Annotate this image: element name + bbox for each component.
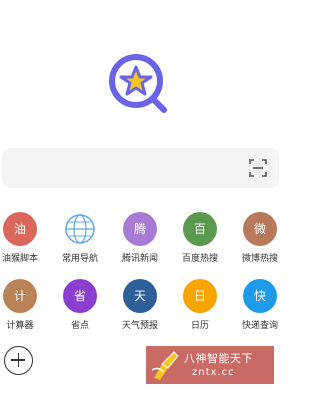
app-label: 计算器 bbox=[6, 321, 34, 331]
app-tile-common-nav[interactable]: 常用导航 bbox=[50, 212, 110, 272]
app-tile-weather[interactable]: 天 天气预报 bbox=[110, 279, 170, 339]
app-tile-calculator[interactable]: 计 计算器 bbox=[0, 279, 50, 339]
watermark-title: 八神智能天下 bbox=[184, 352, 253, 365]
app-label: 百度热搜 bbox=[181, 254, 218, 264]
watermark: 八神智能天下 zntx.cc bbox=[146, 346, 274, 384]
app-tile-baidu-hot[interactable]: 百 百度热搜 bbox=[170, 212, 230, 272]
app-icon: 计 bbox=[3, 279, 37, 313]
app-label: 腾讯新闻 bbox=[121, 254, 158, 264]
app-icon: 油 bbox=[3, 212, 37, 246]
app-tile-weibo-hot[interactable]: 微 微博热搜 bbox=[230, 212, 290, 272]
app-label: 油猴脚本 bbox=[1, 254, 38, 264]
app-icon: 腾 bbox=[123, 212, 157, 246]
app-icon: 微 bbox=[243, 212, 277, 246]
app-icon: 天 bbox=[123, 279, 157, 313]
app-label: 微博热搜 bbox=[241, 254, 278, 264]
app-label: 天气预报 bbox=[121, 321, 158, 331]
app-icon: 百 bbox=[183, 212, 217, 246]
globe-icon bbox=[63, 212, 97, 246]
watermark-url: zntx.cc bbox=[192, 367, 235, 378]
app-icon: 快 bbox=[243, 279, 277, 313]
app-tile-shengdian[interactable]: 省 省点 bbox=[50, 279, 110, 339]
app-tile-express[interactable]: 快 快递查询 bbox=[230, 279, 290, 339]
add-shortcut-button[interactable] bbox=[4, 346, 33, 375]
app-tile-tencent-news[interactable]: 腾 腾讯新闻 bbox=[110, 212, 170, 272]
app-label: 省点 bbox=[70, 321, 89, 331]
app-tile-calendar[interactable]: 日 日历 bbox=[170, 279, 230, 339]
app-label: 日历 bbox=[190, 321, 209, 331]
app-icon: 日 bbox=[183, 279, 217, 313]
app-icon: 省 bbox=[63, 279, 97, 313]
brush-icon bbox=[151, 351, 179, 380]
app-tile-oil-script[interactable]: 油 油猴脚本 bbox=[0, 212, 50, 272]
app-label: 快递查询 bbox=[241, 321, 278, 331]
shortcut-grid: 油 油猴脚本 常用导航 腾 腾讯新闻 百 百度热搜 微 微博热搜 计 计算器 省… bbox=[0, 0, 287, 398]
app-label: 常用导航 bbox=[61, 254, 98, 264]
